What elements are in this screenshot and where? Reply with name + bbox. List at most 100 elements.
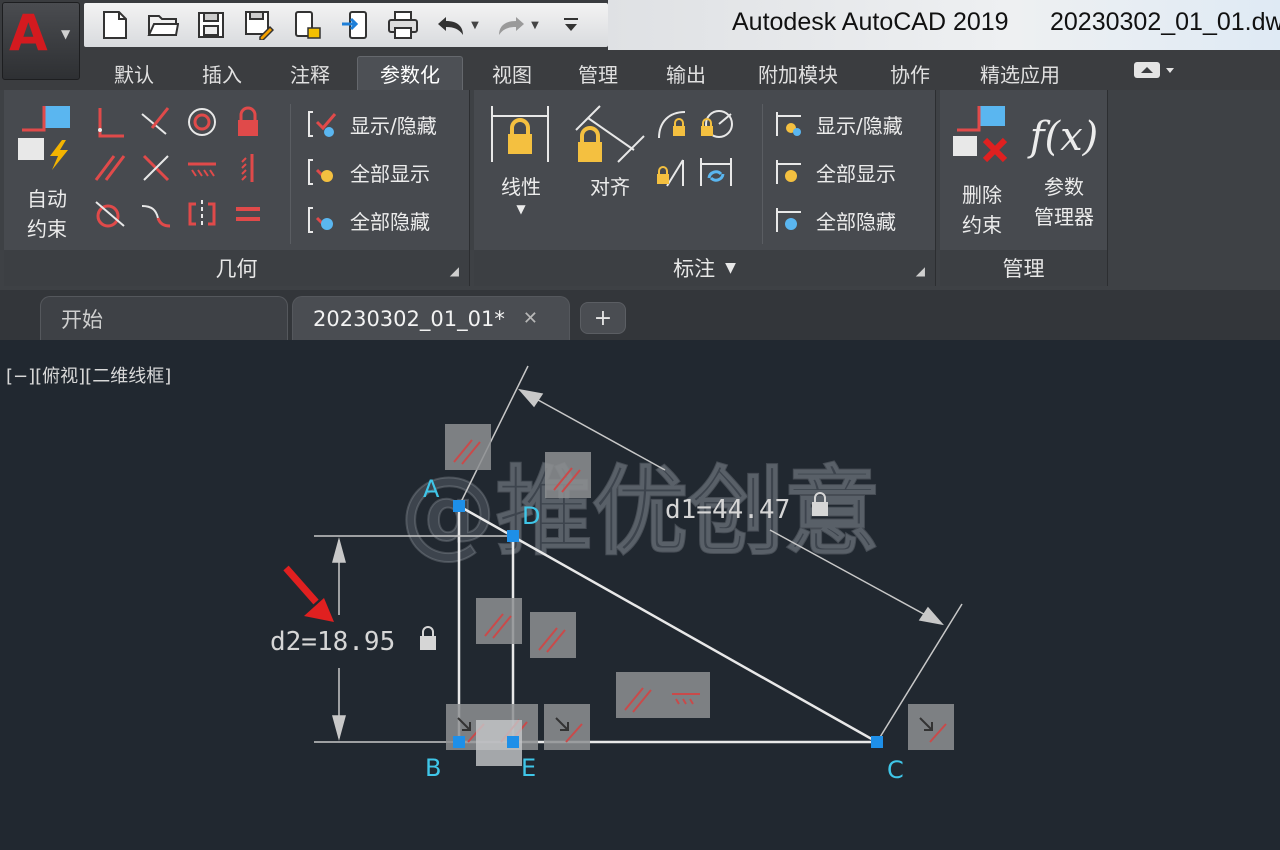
constraint-bar-parallel-horizontal[interactable]: [616, 672, 710, 718]
open-folder-icon[interactable]: [146, 9, 180, 41]
dimension-show-all-button[interactable]: 全部显示: [772, 152, 896, 192]
auto-constrain-label-2: 约束: [27, 217, 67, 241]
param-manager-label-2: 管理器: [1034, 205, 1094, 229]
parameters-manager-button[interactable]: f(x) 参数 管理器: [1024, 102, 1104, 232]
panel-dialog-launcher-icon[interactable]: ◢: [450, 264, 459, 278]
customize-toolbar-icon[interactable]: [554, 9, 588, 41]
geometry-show-all-button[interactable]: 全部显示: [306, 152, 430, 192]
quick-access-toolbar: ▼ ▼: [84, 3, 608, 47]
constraint-bar-parallel-1[interactable]: [445, 424, 491, 470]
panel-dialog-launcher-icon[interactable]: ◢: [916, 264, 925, 278]
dimension-panel-title-text: 标注: [673, 257, 716, 281]
linear-dimension-button[interactable]: 线性 ▼: [486, 102, 556, 216]
close-tab-icon[interactable]: ✕: [523, 308, 538, 329]
plot-icon[interactable]: [386, 9, 420, 41]
dimension-d2-label[interactable]: d2=18.95: [270, 627, 395, 657]
delete-constraints-button[interactable]: 删除 约束: [946, 102, 1018, 240]
point-label-a: A: [423, 475, 440, 503]
redo-dropdown-icon[interactable]: ▼: [530, 20, 540, 31]
ribbon-tab-output[interactable]: 输出: [648, 56, 724, 90]
document-tab-drawing[interactable]: 20230302_01_01* ✕: [292, 296, 570, 340]
equal-constraint-icon[interactable]: [228, 194, 268, 234]
constraint-bar-parallel-2[interactable]: [545, 452, 591, 498]
constraint-bar-point-c[interactable]: [908, 704, 954, 750]
tangent-constraint-icon[interactable]: [90, 194, 130, 234]
save-as-icon[interactable]: [242, 9, 276, 41]
open-from-web-icon[interactable]: [290, 9, 324, 41]
ribbon-tab-annotate[interactable]: 注释: [272, 56, 348, 90]
drawing-canvas[interactable]: [−][俯视][二维线框] @推优创意 d1=44.47 d2=18.95 A …: [0, 340, 1280, 850]
coincident-constraint-icon[interactable]: [90, 102, 130, 142]
red-pointer-arrow-icon: [283, 565, 334, 622]
constraint-bar-bottom-group[interactable]: [446, 704, 590, 766]
dimension-d1-label[interactable]: d1=44.47: [665, 495, 790, 525]
vertical-constraint-icon[interactable]: [228, 148, 268, 188]
point-label-c: C: [887, 756, 904, 784]
dim-hide-all-icon: [772, 203, 806, 237]
horizontal-constraint-icon[interactable]: [182, 148, 222, 188]
constraint-bar-parallel-4[interactable]: [530, 612, 576, 658]
panel-separator: [290, 104, 291, 244]
delete-constraints-icon: [953, 106, 1008, 163]
dimension-hide-all-button[interactable]: 全部隐藏: [772, 200, 896, 240]
geometry-panel-title[interactable]: 几何 ◢: [4, 250, 469, 286]
geometry-show-hide-button[interactable]: 显示/隐藏: [306, 104, 437, 144]
save-to-web-icon[interactable]: [338, 9, 372, 41]
geometry-hide-all-button[interactable]: 全部隐藏: [306, 200, 430, 240]
angular-dimension-icon[interactable]: [652, 104, 692, 144]
auto-constrain-icon: [18, 106, 70, 170]
ribbon-tab-home[interactable]: 默认: [96, 56, 172, 90]
ribbon-tab-collaborate[interactable]: 协作: [872, 56, 948, 90]
ribbon-tab-insert[interactable]: 插入: [184, 56, 260, 90]
application-menu-button[interactable]: A ▼: [2, 2, 80, 80]
app-title: Autodesk AutoCAD 2019: [732, 8, 1009, 36]
dimension-panel-dropdown-icon[interactable]: ▼: [725, 260, 736, 276]
geometry-show-hide-label: 显示/隐藏: [350, 113, 437, 138]
auto-constrain-button[interactable]: 自动 约束: [12, 100, 82, 244]
document-tab-start-label: 开始: [61, 307, 103, 332]
dimension-panel-title[interactable]: 标注 ▼ ◢: [474, 250, 935, 286]
undo-icon[interactable]: [434, 9, 468, 41]
auto-constrain-label-1: 自动: [27, 187, 67, 211]
convert-dimension-icon[interactable]: [696, 152, 736, 192]
delete-constraints-label-2: 约束: [962, 213, 1002, 237]
ribbon-tab-parametric[interactable]: 参数化: [357, 56, 463, 90]
dimension-show-all-label: 全部显示: [816, 161, 896, 186]
concentric-constraint-icon[interactable]: [182, 102, 222, 142]
symmetric-constraint-icon[interactable]: [182, 194, 222, 234]
new-file-icon[interactable]: [98, 9, 132, 41]
grip-b: [453, 736, 465, 748]
ribbon-tab-manage[interactable]: 管理: [560, 56, 636, 90]
show-hide-constraint-icon: [306, 107, 340, 141]
save-icon[interactable]: [194, 9, 228, 41]
point-label-e: E: [521, 754, 536, 782]
dimension-show-hide-button[interactable]: 显示/隐藏: [772, 104, 903, 144]
document-tab-start[interactable]: 开始: [40, 296, 288, 340]
ribbon-tab-view[interactable]: 视图: [474, 56, 550, 90]
new-tab-button[interactable]: +: [580, 302, 626, 334]
aligned-dimension-button[interactable]: 对齐: [570, 102, 650, 202]
perpendicular-constraint-icon[interactable]: [136, 148, 176, 188]
manage-panel-title-text: 管理: [1002, 257, 1045, 281]
manage-panel-title[interactable]: 管理: [940, 250, 1107, 286]
ribbon-display-toggle[interactable]: [1132, 59, 1176, 85]
radius-dimension-icon[interactable]: [696, 104, 736, 144]
ribbon-tab-featured-apps[interactable]: 精选应用: [962, 56, 1078, 90]
geometry-show-all-label: 全部显示: [350, 161, 430, 186]
ribbon-tab-addins[interactable]: 附加模块: [740, 56, 856, 90]
dimension-hide-all-label: 全部隐藏: [816, 209, 896, 234]
diameter-dimension-icon[interactable]: [652, 152, 692, 192]
fix-constraint-icon[interactable]: [228, 102, 268, 142]
undo-dropdown-icon[interactable]: ▼: [470, 20, 480, 31]
constraint-bar-parallel-3[interactable]: [476, 598, 522, 644]
linear-dimension-icon: [491, 106, 549, 162]
parallel-constraint-icon[interactable]: [90, 148, 130, 188]
collinear-constraint-icon[interactable]: [136, 102, 176, 142]
linear-dimension-label: 线性: [501, 175, 541, 199]
smooth-constraint-icon[interactable]: [136, 194, 176, 234]
linear-dropdown-icon[interactable]: ▼: [486, 202, 556, 216]
dimension-show-hide-label: 显示/隐藏: [816, 113, 903, 138]
grip-a: [453, 500, 465, 512]
drawing-svg: @推优创意 d1=44.47 d2=18.95 A D B E C: [270, 365, 963, 784]
redo-icon[interactable]: [494, 9, 528, 41]
